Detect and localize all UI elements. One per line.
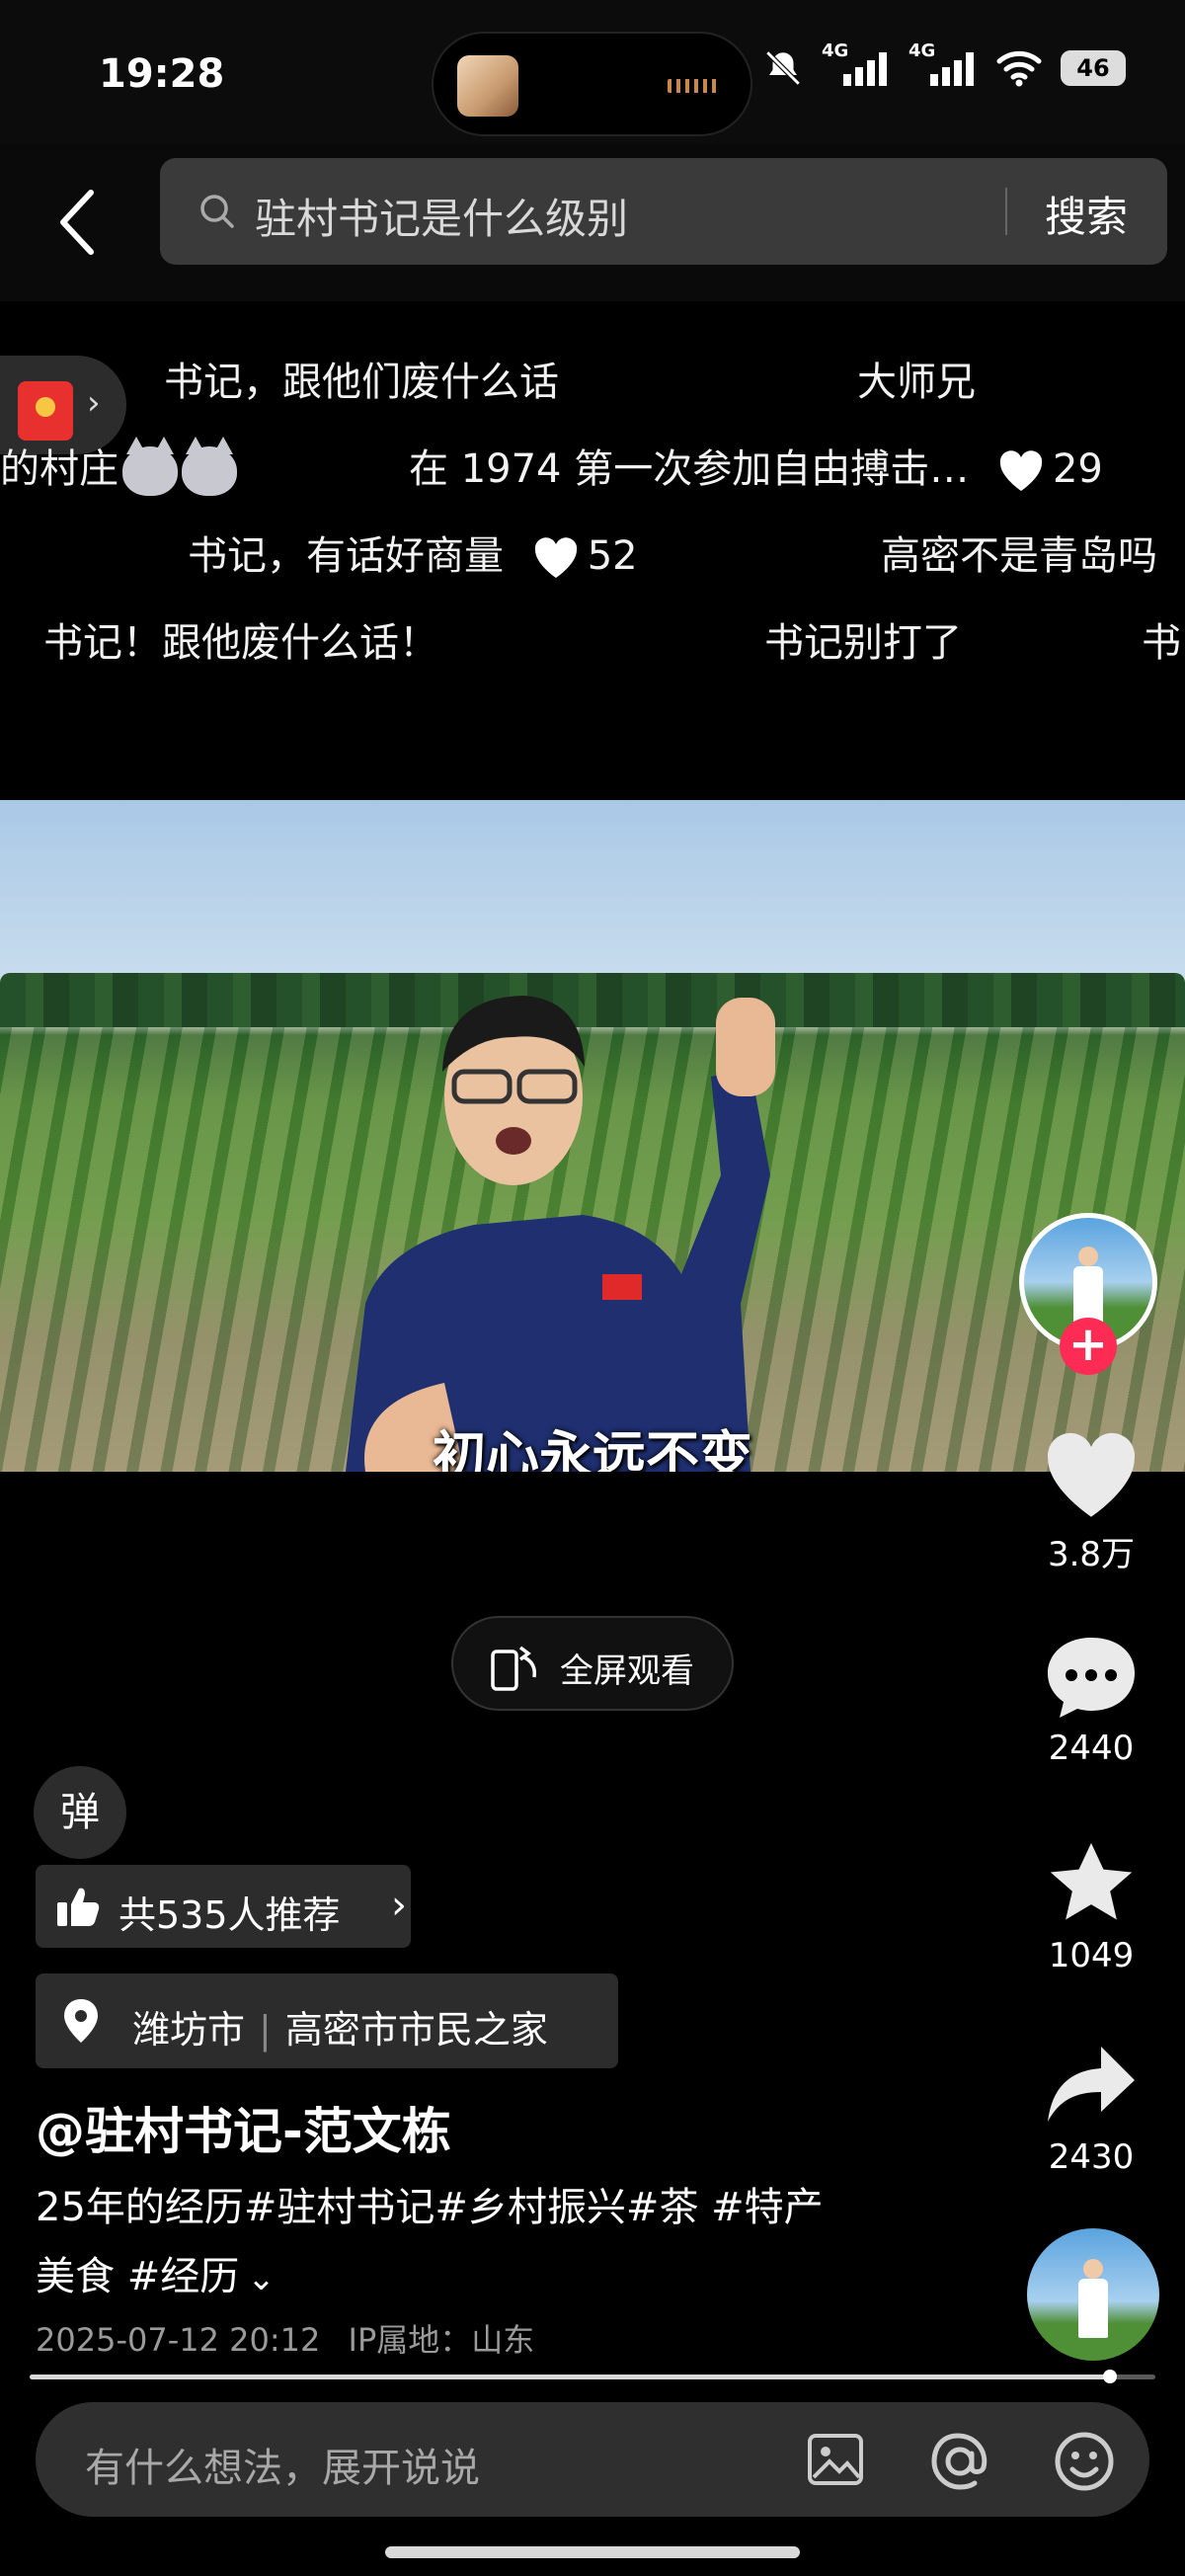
comment-placeholder: 有什么想法，展开说说	[85, 2446, 480, 2491]
location-text: 潍坊市 | 高密市市民之家	[132, 1999, 548, 2053]
chevron-right-icon: ›	[87, 383, 101, 423]
author-name[interactable]: @驻村书记-范文栋	[36, 2092, 451, 2163]
danmaku-item[interactable]: 的村庄	[0, 437, 237, 496]
share-button[interactable]: 2430	[1027, 2041, 1155, 2177]
danmaku-item[interactable]: 书记，跟他们废什么话	[164, 350, 559, 407]
share-count: 2430	[1048, 2137, 1135, 2177]
location-pin-icon	[64, 1999, 98, 2043]
danmaku-item[interactable]: 书记！跟他废什么话！	[43, 610, 438, 668]
like-count: 3.8万	[1047, 1535, 1136, 1574]
chevron-right-icon: ›	[391, 1883, 407, 1928]
back-arrow-icon[interactable]	[49, 185, 109, 260]
description-line-2: 美食 #经历 ⌄	[36, 2254, 276, 2299]
danmaku-item[interactable]: 大师兄	[857, 350, 976, 407]
recommend-chip[interactable]: 共535人推荐 ›	[36, 1865, 411, 1948]
danmaku-item[interactable]: 书记别打了	[764, 610, 962, 668]
rotate-screen-icon	[491, 1646, 537, 1691]
comment-button[interactable]: 2440	[1027, 1632, 1155, 1768]
danmaku-text: 书记，有话好商量	[188, 533, 504, 579]
fullscreen-button[interactable]: 全屏观看	[451, 1616, 734, 1711]
search-icon	[200, 195, 234, 228]
search-query: 驻村书记是什么级别	[255, 195, 629, 243]
location-place: 高密市市民之家	[284, 2008, 548, 2052]
description-line-1: 25年的经历#驻村书记#乡村振兴#茶 #特产	[36, 2185, 824, 2230]
video-subtitle: 初心永远不变	[433, 1425, 752, 1472]
star-icon	[1050, 1842, 1133, 1920]
search-header: 驻村书记是什么级别 搜索	[0, 143, 1185, 301]
image-icon[interactable]	[806, 2430, 865, 2489]
battery-icon: 46	[1061, 50, 1126, 86]
share-arrow-icon	[1048, 2047, 1135, 2122]
red-envelope-icon	[18, 381, 73, 441]
cellular-signal-icon: 4G	[822, 40, 891, 88]
danmaku-likes: 52	[587, 533, 638, 579]
like-button[interactable]: 3.8万	[1027, 1430, 1155, 1575]
emoji-icon[interactable]	[1053, 2430, 1116, 2493]
search-button[interactable]: 搜索	[1045, 184, 1128, 244]
location-chip[interactable]: 潍坊市 | 高密市市民之家	[36, 1973, 618, 2068]
danmaku-item[interactable]: 书记，有话好商量 52	[188, 523, 638, 581]
location-city: 潍坊市	[132, 2008, 246, 2052]
progress-knob[interactable]	[1103, 2370, 1118, 2383]
audio-visualizer-icon	[668, 79, 719, 93]
recommend-count: 共535人推荐	[118, 1893, 341, 1937]
danmaku-item[interactable]: 书	[1142, 610, 1181, 668]
comment-input[interactable]: 有什么想法，展开说说	[36, 2402, 1149, 2517]
danmaku-likes: 29	[1052, 446, 1103, 492]
ip-location: IP属地：山东	[348, 2321, 535, 2359]
music-thumbnail-icon	[457, 55, 518, 117]
progress-fill	[30, 2375, 1111, 2379]
location-separator: |	[259, 2008, 272, 2052]
cellular-signal-2-icon: 4G	[908, 40, 978, 88]
thumbs-up-icon	[57, 1888, 100, 1926]
favorite-button[interactable]: 1049	[1027, 1839, 1155, 1975]
danmaku-text: 的村庄	[0, 446, 118, 492]
favorite-count: 1049	[1048, 1936, 1135, 1975]
heart-icon	[534, 537, 577, 578]
post-date: 2025-07-12 20:12	[36, 2321, 321, 2359]
cat-emoji-icon	[182, 437, 237, 496]
dynamic-island[interactable]	[432, 32, 752, 136]
heart-icon	[999, 450, 1043, 491]
comment-count: 2440	[1048, 1729, 1135, 1768]
status-bar: 19:28 4G 4G 46	[0, 0, 1185, 143]
video-person	[346, 996, 775, 1472]
home-indicator[interactable]	[385, 2546, 800, 2558]
cat-emoji-icon	[122, 437, 178, 496]
wifi-icon	[996, 50, 1042, 87]
video-player[interactable]: 初心永远不变	[0, 800, 1185, 1472]
search-divider	[1005, 188, 1007, 235]
search-input[interactable]: 驻村书记是什么级别 搜索	[160, 158, 1167, 265]
music-disc-avatar[interactable]	[1027, 2228, 1159, 2361]
danmaku-item[interactable]: 在 1974 第一次参加自由搏击… 29	[409, 437, 1103, 494]
danmaku-text: 在 1974 第一次参加自由搏击…	[409, 446, 970, 492]
danmaku-toggle-button[interactable]: 弹	[34, 1766, 126, 1859]
video-description[interactable]: 25年的经历#驻村书记#乡村振兴#茶 #特产 美食 #经历 ⌄	[36, 2173, 924, 2313]
danmaku-item[interactable]: 高密不是青岛吗	[881, 523, 1157, 581]
mention-icon[interactable]	[928, 2430, 991, 2493]
follow-button[interactable]: +	[1060, 1318, 1117, 1375]
system-icons: 4G 4G 46	[762, 40, 1126, 89]
chevron-down-icon[interactable]: ⌄	[247, 2259, 276, 2298]
heart-icon	[1047, 1432, 1136, 1517]
video-progress-bar[interactable]	[30, 2370, 1155, 2383]
post-meta: 2025-07-12 20:12 IP属地：山东	[36, 2315, 534, 2361]
bell-muted-icon	[765, 50, 801, 86]
comment-bubble-icon	[1048, 1638, 1135, 1718]
fullscreen-label: 全屏观看	[560, 1651, 694, 1691]
status-time: 19:28	[99, 51, 225, 97]
